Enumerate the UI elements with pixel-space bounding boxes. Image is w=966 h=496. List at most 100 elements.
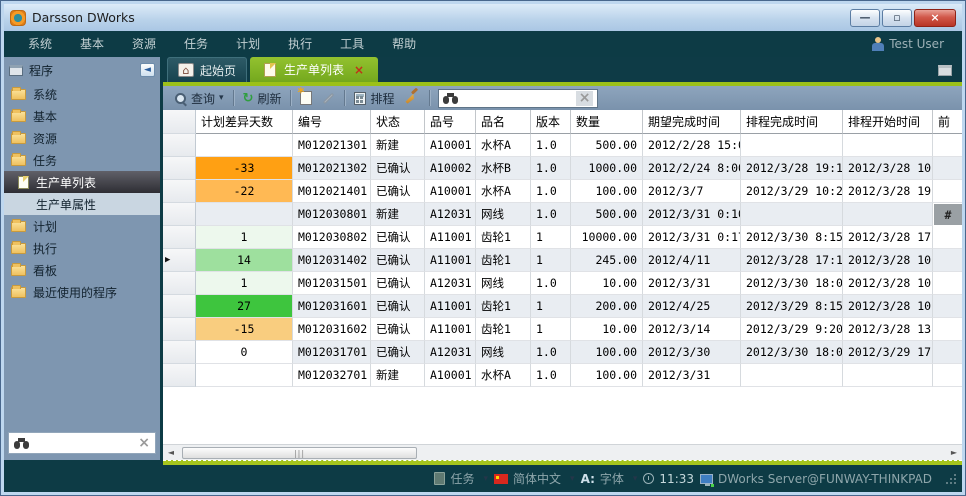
sidebar-item-9[interactable]: 最近使用的程序 [4,281,160,303]
sidebar-item-label: 最近使用的程序 [33,284,117,301]
row-selector[interactable] [163,364,196,387]
sidebar-item-8[interactable]: 看板 [4,259,160,281]
row-selector[interactable] [163,295,196,318]
cell [741,203,843,226]
row-selector[interactable] [163,203,196,226]
sidebar-item-label: 基本 [33,108,57,125]
status-task-menu[interactable]: 任务 ▾ [434,470,488,487]
column-header-1[interactable]: 编号 [293,110,371,134]
tab-close-icon[interactable]: × [354,63,364,77]
close-button[interactable]: × [914,9,956,27]
sidebar-search-box[interactable]: × [8,432,156,454]
tab-list-icon[interactable] [938,65,952,76]
table-row[interactable]: 1M012030802已确认A11001齿轮1110000.002012/3/3… [163,226,962,249]
toolbar-search-input[interactable] [458,92,575,104]
column-header-0[interactable]: 计划差异天数 [196,110,293,134]
column-header-5[interactable]: 版本 [531,110,571,134]
scroll-right-icon[interactable]: ► [946,446,962,460]
horizontal-scrollbar[interactable]: ◄ ||| ► [163,444,962,460]
sidebar-item-4[interactable]: 生产单列表 [4,171,160,193]
row-selector[interactable] [163,180,196,203]
sidebar-header: 程序 ◄ [4,57,160,83]
column-header-7[interactable]: 期望完成时间 [643,110,741,134]
menu-item-2[interactable]: 资源 [118,31,170,57]
status-language-menu[interactable]: 简体中文 ▾ [494,470,575,487]
menu-item-6[interactable]: 工具 [326,31,378,57]
table-row[interactable]: ▶14M012031402已确认A11001齿轮11245.002012/4/1… [163,249,962,272]
cell: A11001 [425,226,476,249]
row-selector[interactable] [163,318,196,341]
sidebar-item-2[interactable]: 资源 [4,127,160,149]
table-row[interactable]: -33M012021302已确认A10002水杯B1.01000.002012/… [163,157,962,180]
menu-item-5[interactable]: 执行 [274,31,326,57]
row-selector[interactable] [163,134,196,157]
menu-item-7[interactable]: 帮助 [378,31,430,57]
column-header-3[interactable]: 品号 [425,110,476,134]
user-box[interactable]: Test User [872,37,952,51]
cell [933,180,962,203]
row-selector[interactable] [163,341,196,364]
document-icon [264,63,276,77]
sidebar-item-3[interactable]: 任务 [4,149,160,171]
menu-item-3[interactable]: 任务 [170,31,222,57]
menu-item-4[interactable]: 计划 [222,31,274,57]
row-selector[interactable] [163,226,196,249]
cell: A11001 [425,249,476,272]
cell: 200.00 [571,295,643,318]
column-header-2[interactable]: 状态 [371,110,425,134]
menu-item-1[interactable]: 基本 [66,31,118,57]
table-row[interactable]: M012021301新建A10001水杯A1.0500.002012/2/28 … [163,134,962,157]
column-header-10[interactable]: 前 [933,110,962,134]
folder-icon [11,155,26,166]
menu-item-0[interactable]: 系统 [14,31,66,57]
column-header-4[interactable]: 品名 [476,110,531,134]
row-selector[interactable] [163,157,196,180]
sidebar-item-6[interactable]: 计划 [4,215,160,237]
sidebar-collapse-button[interactable]: ◄ [140,63,155,77]
table-row[interactable]: 0M012031701已确认A12031网线1.0100.002012/3/30… [163,341,962,364]
column-header-8[interactable]: 排程完成时间 [741,110,843,134]
column-header-9[interactable]: 排程开始时间 [843,110,933,134]
table-row[interactable]: 1M012031501已确认A12031网线1.010.002012/3/312… [163,272,962,295]
row-selector[interactable] [163,272,196,295]
column-header-6[interactable]: 数量 [571,110,643,134]
sidebar-item-7[interactable]: 执行 [4,237,160,259]
table-row[interactable]: -22M012021401已确认A10001水杯A1.0100.002012/3… [163,180,962,203]
table-row[interactable]: M012030801新建A12031网线1.0500.002012/3/31 0… [163,203,962,226]
table-row[interactable]: M012032701新建A10001水杯A1.0100.002012/3/31 [163,364,962,387]
minimize-button[interactable]: — [850,9,880,27]
cell: 1.0 [531,203,571,226]
cell: M012030802 [293,226,371,249]
refresh-button[interactable]: ↻ 刷新 [238,88,287,108]
query-button[interactable]: 查询 ▾ [169,88,229,108]
cell: 2012/4/25 [643,295,741,318]
sidebar-items: 系统基本资源任务生产单列表生产单属性计划执行看板最近使用的程序 [4,83,160,303]
resize-grip[interactable] [946,474,956,484]
table-row[interactable]: -15M012031602已确认A11001齿轮1110.002012/3/14… [163,318,962,341]
new-button[interactable] [295,88,317,108]
cell: 新建 [371,364,425,387]
status-font-menu[interactable]: A: 字体 ▾ [581,470,638,487]
cell: 2012/3/28 10:52 [843,295,933,318]
table-row[interactable]: 27M012031601已确认A11001齿轮11200.002012/4/25… [163,295,962,318]
sidebar-item-0[interactable]: 系统 [4,83,160,105]
sidebar-item-1[interactable]: 基本 [4,105,160,127]
clean-button[interactable] [399,88,425,108]
status-time: 11:33 [643,472,694,486]
sidebar-item-5[interactable]: 生产单属性 [4,193,160,215]
maximize-button[interactable]: ▫ [882,9,912,27]
tab-production-order-list[interactable]: 生产单列表 × [250,57,378,82]
schedule-button[interactable]: 排程 [349,88,399,108]
toolbar-search-clear-icon[interactable]: × [576,91,594,106]
cell: A12031 [425,203,476,226]
sidebar-search-clear-icon[interactable]: × [138,435,150,451]
tab-home[interactable]: ⌂ 起始页 [167,57,247,82]
user-icon [872,37,884,51]
edit-button[interactable] [317,88,340,108]
scroll-left-icon[interactable]: ◄ [163,446,179,460]
cell: 已确认 [371,341,425,364]
row-selector[interactable]: ▶ [163,249,196,272]
cell: 2012/2/28 15:00 [643,134,741,157]
scrollbar-thumb[interactable]: ||| [182,447,417,459]
cell: 网线 [476,272,531,295]
